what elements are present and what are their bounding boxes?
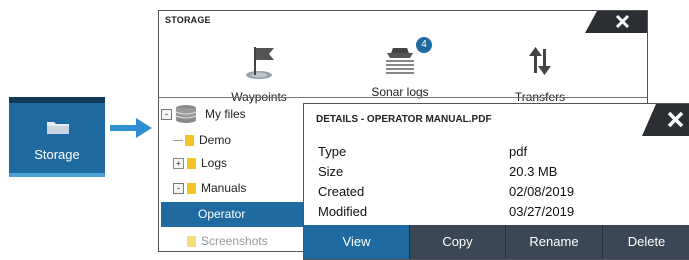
- details-dialog: DETAILS - OPERATOR MANUAL.PDF Type pdf S…: [303, 103, 689, 260]
- tree-item-operator-manual[interactable]: Operator Manual.pdf: [161, 202, 305, 246]
- delete-button[interactable]: Delete: [603, 225, 689, 259]
- folder-icon: [185, 135, 194, 146]
- rename-button[interactable]: Rename: [506, 225, 603, 259]
- folder-icon: [187, 183, 196, 194]
- collapse-icon[interactable]: -: [161, 109, 172, 120]
- sonar-logs-badge: 4: [416, 37, 432, 53]
- tree-item-demo[interactable]: Demo: [173, 129, 303, 151]
- tile-bottom-bar: [9, 173, 105, 177]
- storage-tile-label: Storage: [34, 147, 80, 162]
- database-icon: [175, 105, 197, 123]
- expand-icon[interactable]: +: [173, 158, 184, 169]
- waypoints-flag-icon: [246, 47, 274, 79]
- copy-button[interactable]: Copy: [410, 225, 506, 259]
- toolbar-divider: [159, 97, 647, 98]
- view-button[interactable]: View: [304, 225, 410, 259]
- transfers-button[interactable]: Transfers: [485, 41, 595, 104]
- tree-item-my-files[interactable]: - My files: [161, 103, 301, 125]
- prop-name-modified: Modified: [318, 204, 368, 219]
- storage-tile[interactable]: Storage: [9, 97, 105, 177]
- tree-item-screenshots[interactable]: Screenshots: [173, 230, 303, 251]
- details-close-button[interactable]: [642, 104, 689, 136]
- tile-top-bar: [9, 97, 105, 103]
- tree-label-manuals: Manuals: [201, 181, 247, 195]
- prop-name-size: Size: [318, 164, 344, 179]
- tree-item-logs[interactable]: + Logs: [173, 152, 303, 174]
- transfer-arrows-icon: [529, 47, 551, 75]
- prop-name-type: Type: [318, 144, 347, 159]
- tree-connector: [173, 140, 183, 141]
- prop-name-created: Created: [318, 184, 365, 199]
- tree-label-logs: Logs: [201, 156, 228, 170]
- storage-close-button[interactable]: [585, 11, 647, 33]
- tree-item-manuals[interactable]: - Manuals: [173, 177, 303, 199]
- folder-icon: [187, 158, 196, 169]
- folder-icon: [47, 122, 69, 134]
- tree-label-my-files: My files: [205, 107, 246, 121]
- prop-value-type: pdf: [509, 144, 528, 159]
- arrow-right-icon: [110, 118, 152, 138]
- prop-value-created: 02/08/2019: [509, 184, 575, 199]
- prop-value-size: 20.3 MB: [509, 164, 558, 179]
- collapse-icon[interactable]: -: [173, 183, 184, 194]
- storage-title: STORAGE: [165, 15, 211, 25]
- details-title: DETAILS - OPERATOR MANUAL.PDF: [316, 114, 492, 125]
- folder-icon: [187, 236, 196, 247]
- tree-label-screenshots: Screenshots: [201, 234, 268, 248]
- sonar-boat-icon: [386, 48, 414, 74]
- tree-label-demo: Demo: [199, 133, 232, 147]
- waypoints-button[interactable]: Waypoints: [204, 41, 314, 104]
- details-button-bar: View Copy Rename Delete: [304, 225, 689, 259]
- sonar-logs-button[interactable]: 4 Sonar logs: [345, 37, 455, 99]
- prop-value-modified: 03/27/2019: [509, 204, 575, 219]
